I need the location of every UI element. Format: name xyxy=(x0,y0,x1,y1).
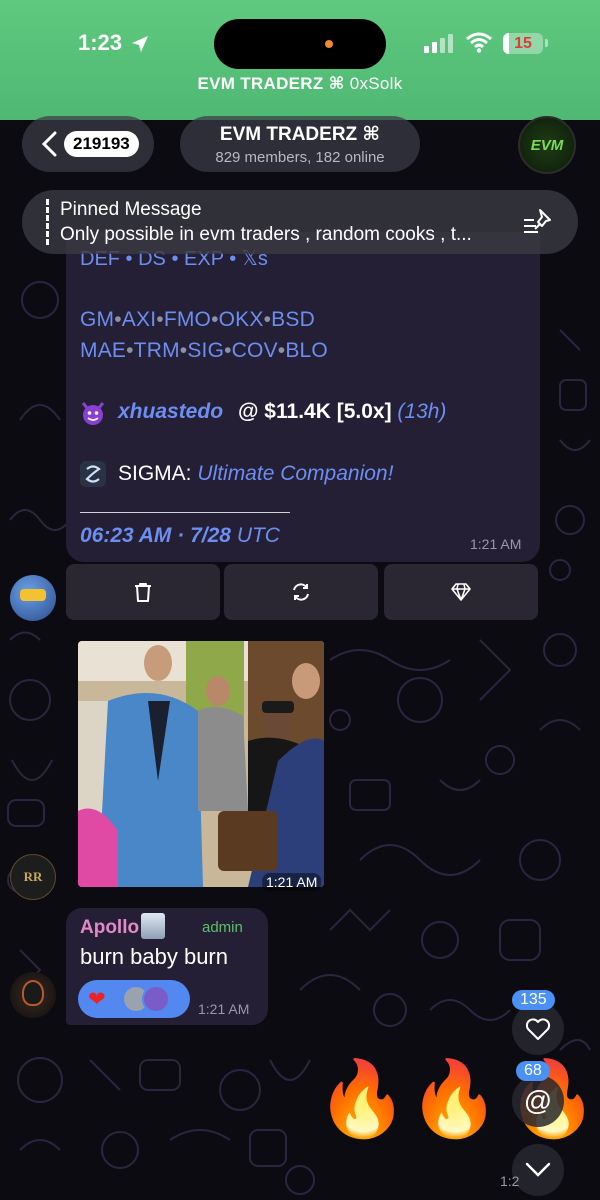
photo-time: 1:21 AM xyxy=(262,873,322,891)
unread-mentions-button[interactable]: @ xyxy=(512,1075,564,1127)
link-sig[interactable]: SIG xyxy=(187,339,224,362)
message-time: 1:21 AM xyxy=(198,1001,250,1017)
pinned-message-bar[interactable]: Pinned Message Only possible in evm trad… xyxy=(22,190,578,254)
fire-emoji-icon: 🔥 xyxy=(408,1057,501,1140)
sigma-tagline-link[interactable]: Ultimate Companion! xyxy=(197,462,393,485)
chevron-left-icon xyxy=(41,131,57,157)
sigma-label: SIGMA: xyxy=(118,462,192,485)
message-time: 1:21 AM xyxy=(470,536,522,552)
custom-emoji-icon xyxy=(141,913,165,939)
sigma-logo-icon xyxy=(80,461,106,487)
user-stats-value: @ $11.4K [5.0x] xyxy=(238,400,392,423)
mention-icon: @ xyxy=(523,1085,553,1116)
link-gm[interactable]: GM xyxy=(80,308,114,331)
reactor-avatar xyxy=(142,985,170,1013)
link-blo[interactable]: BLO xyxy=(285,339,328,362)
fire-emoji-icon: 🔥 xyxy=(316,1057,409,1140)
link-mae[interactable]: MAE xyxy=(80,339,126,362)
user-stats-age: (13h) xyxy=(397,400,447,423)
sigma-line: SIGMA: Ultimate Companion! xyxy=(118,462,393,486)
pinned-indicator xyxy=(46,199,49,245)
unread-reactions-button[interactable] xyxy=(512,1003,564,1055)
back-button[interactable]: 219193 xyxy=(22,116,154,172)
battery-indicator: 15 xyxy=(503,33,543,54)
link-row-1: GM•AXI•FMO•OKX•BSD xyxy=(80,308,315,331)
user-link[interactable]: xhuastedo xyxy=(118,400,223,424)
pinned-text: Only possible in evm traders , random co… xyxy=(60,224,472,245)
divider xyxy=(80,512,290,513)
trash-icon xyxy=(135,583,151,602)
active-call-banner[interactable]: EVM TRADERZ ⌘ 0xSolk xyxy=(0,74,600,94)
call-banner-subtitle: 0xSolk xyxy=(349,74,403,93)
heart-outline-icon xyxy=(525,1018,551,1040)
chevron-down-icon xyxy=(525,1162,551,1177)
link-cov[interactable]: COV xyxy=(232,339,278,362)
battery-level: 15 xyxy=(514,35,532,52)
premium-button[interactable] xyxy=(384,564,538,620)
user-stats: @ $11.4K [5.0x] (13h) xyxy=(238,400,446,424)
reactions-count-badge: 135 xyxy=(512,990,555,1010)
dynamic-island xyxy=(214,19,386,69)
call-banner-title: EVM TRADERZ ⌘ xyxy=(197,74,345,93)
admin-badge: admin xyxy=(202,919,243,936)
photo-message[interactable] xyxy=(78,641,324,887)
battery-tip xyxy=(545,39,548,47)
group-avatar[interactable]: EVM xyxy=(518,116,576,174)
group-avatar-text: EVM xyxy=(530,136,564,154)
pinned-title: Pinned Message xyxy=(60,199,202,220)
diamond-icon xyxy=(451,583,471,601)
refresh-icon xyxy=(293,583,309,601)
heart-icon: ❤ xyxy=(88,987,106,1011)
link-row-2: MAE•TRM•SIG•COV•BLO xyxy=(80,339,328,362)
link-bsd[interactable]: BSD xyxy=(271,308,315,331)
chat-title: EVM TRADERZ ⌘ xyxy=(219,124,381,145)
bot-avatar[interactable] xyxy=(10,575,56,621)
user-avatar-rr[interactable]: RR xyxy=(10,854,56,900)
photo-content xyxy=(78,641,324,887)
timestamp-line: 06:23 AM · 7/28 UTC xyxy=(80,524,280,548)
unread-count-badge: 219193 xyxy=(64,131,139,157)
message-text: burn baby burn xyxy=(80,944,228,969)
mentions-count-badge: 68 xyxy=(516,1061,550,1081)
chat-title-button[interactable]: EVM TRADERZ ⌘ 829 members, 182 online xyxy=(180,116,420,172)
status-time: 1:23 xyxy=(78,30,123,55)
scroll-to-bottom-button[interactable] xyxy=(512,1144,564,1196)
pin-list-icon[interactable] xyxy=(522,208,552,236)
partial-message-time: 1:2 xyxy=(500,1173,520,1189)
wifi-icon xyxy=(466,32,492,53)
devil-emoji-icon xyxy=(81,402,105,425)
link-fmo[interactable]: FMO xyxy=(164,308,211,331)
timestamp-main: 06:23 AM · 7/28 xyxy=(80,524,231,547)
recording-indicator-icon xyxy=(325,40,333,48)
link-okx[interactable]: OKX xyxy=(219,308,264,331)
sender-name[interactable]: Apollo xyxy=(80,917,139,939)
timestamp-tz: UTC xyxy=(236,524,280,547)
cellular-signal-icon xyxy=(424,33,453,53)
refresh-button[interactable] xyxy=(224,564,378,620)
link-trm[interactable]: TRM xyxy=(134,339,180,362)
apollo-avatar[interactable] xyxy=(10,972,56,1018)
heart-reaction-chip[interactable]: ❤ xyxy=(78,980,190,1018)
delete-button[interactable] xyxy=(66,564,220,620)
chat-subtitle: 829 members, 182 online xyxy=(215,149,385,166)
location-arrow-icon xyxy=(132,36,148,52)
link-axi[interactable]: AXI xyxy=(122,308,156,331)
